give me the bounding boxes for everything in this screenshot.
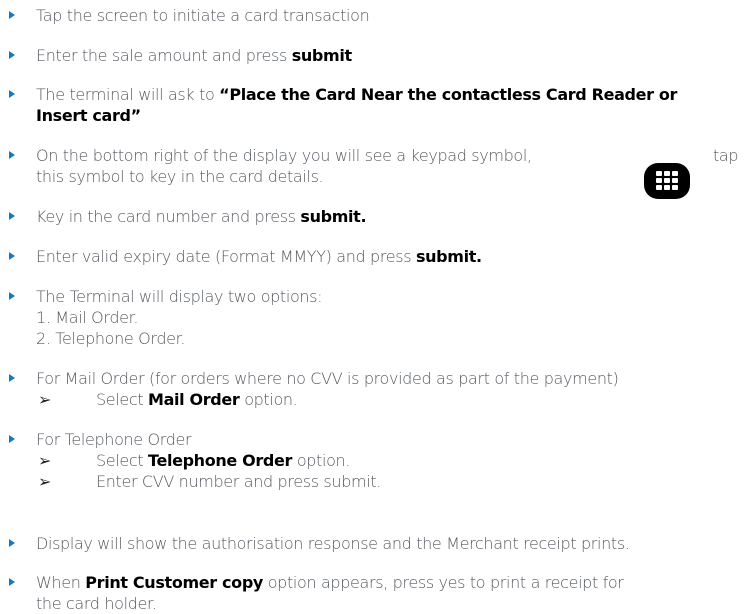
bullet-icon [9, 435, 15, 443]
arrow-icon: ➢ [38, 390, 52, 409]
bullet-icon [9, 539, 15, 547]
bullet-icon [9, 578, 15, 586]
step-text: The terminal will ask to “Place the Card… [36, 85, 678, 125]
sub-step: ➢ Select Telephone Order option. [38, 451, 351, 470]
step-text: For Telephone Order ➢ Select Telephone Or… [36, 430, 382, 491]
step-text: The Terminal will display two options: 1.… [36, 287, 323, 348]
step-text: When Print Customer copy option appears,… [36, 573, 624, 613]
arrow-icon: ➢ [38, 472, 52, 491]
bullet-icon [9, 292, 15, 300]
step-text: Enter valid expiry date (Format MMYY) an… [36, 247, 482, 266]
keypad-icon [644, 163, 690, 199]
bullet-icon [9, 90, 15, 98]
sub-step: ➢ Select Mail Order option. [38, 390, 298, 409]
bullet-icon [9, 51, 15, 59]
step-text: Key in the card number and press submit. [36, 207, 367, 226]
sub-step: ➢ Enter CVV number and press submit. [38, 472, 382, 491]
bullet-icon [9, 151, 15, 159]
instructions-document: Tap the screen to initiate a card transa… [0, 0, 751, 613]
bullet-icon [9, 374, 15, 382]
step-text: For Mail Order (for orders where no CVV … [36, 369, 619, 409]
bullet-icon [9, 11, 15, 19]
step-text: Tap the screen to initiate a card transa… [36, 6, 370, 25]
bullet-icon [9, 252, 15, 260]
step-text: Enter the sale amount and press submit [36, 46, 352, 65]
arrow-icon: ➢ [38, 451, 52, 470]
bullet-icon [9, 212, 15, 220]
step-text-tap: tap [713, 146, 739, 165]
step-text: On the bottom right of the display you w… [36, 146, 532, 186]
step-text: Display will show the authorisation resp… [36, 534, 630, 553]
